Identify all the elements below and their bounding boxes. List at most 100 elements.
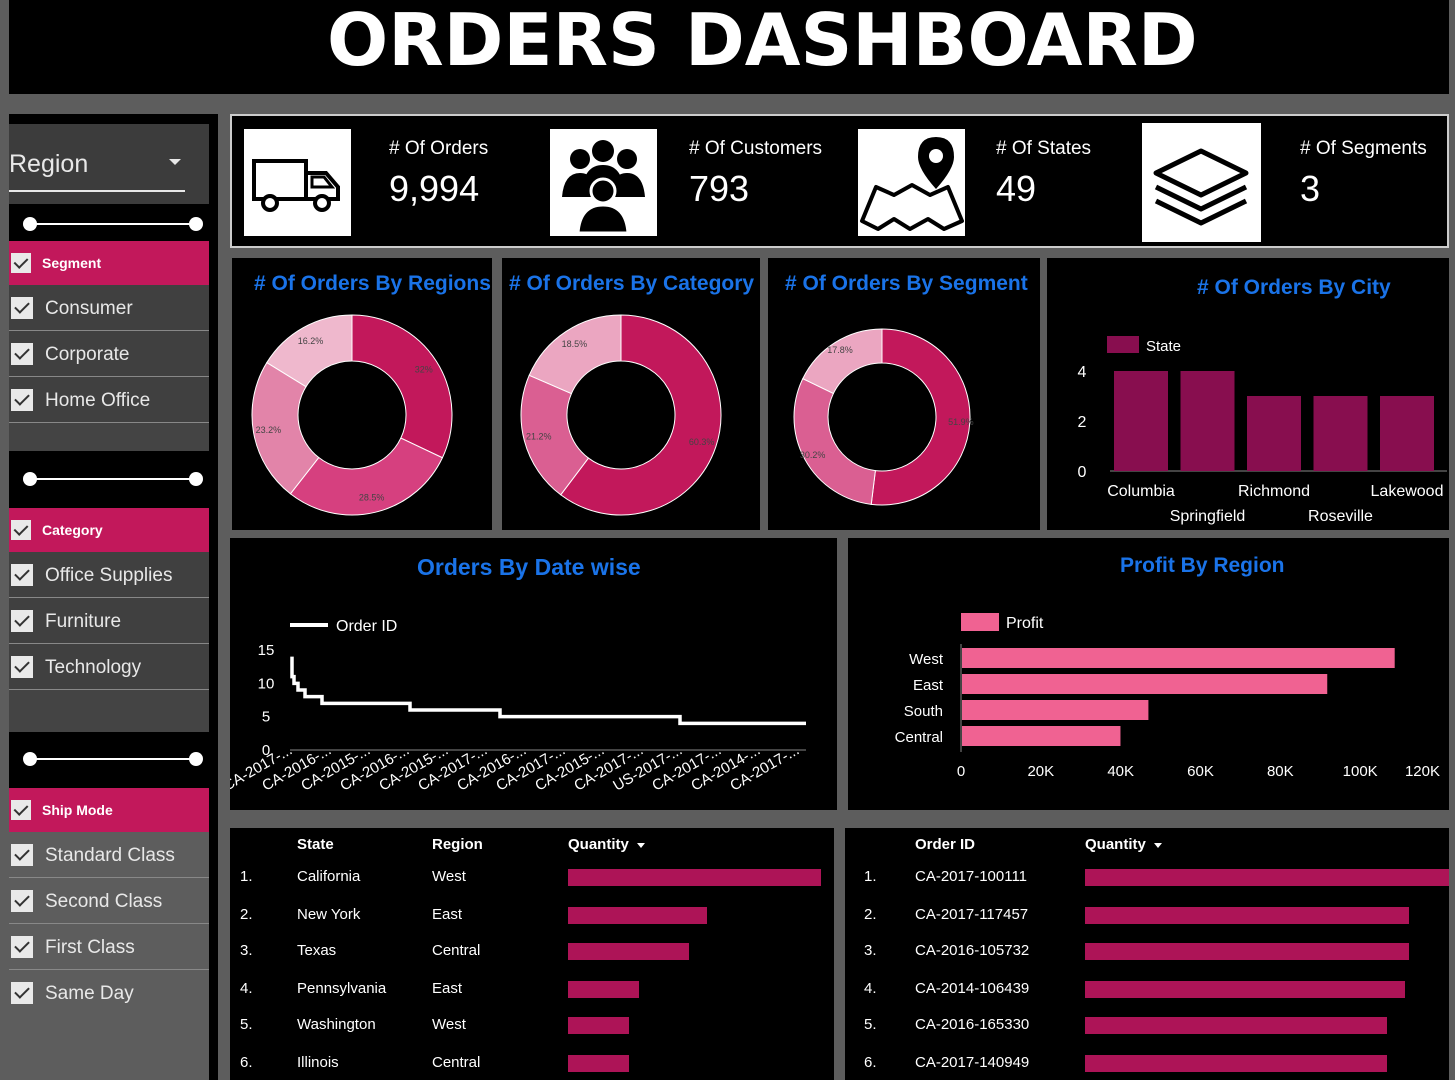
bar[interactable]: [1180, 371, 1235, 471]
state-cell: New York: [297, 906, 361, 923]
y-tick-label: East: [913, 677, 944, 694]
category-option-technology[interactable]: Technology: [9, 644, 209, 690]
row-number: 3.: [864, 942, 877, 959]
x-tick-label: 60K: [1187, 763, 1214, 780]
bar[interactable]: [962, 726, 1121, 746]
row-number: 5.: [240, 1016, 253, 1033]
slice-label: 18.5%: [562, 339, 588, 349]
order-id-cell: CA-2014-106439: [915, 980, 1030, 997]
checkbox-icon[interactable]: [11, 389, 33, 411]
ship-mode-option-second[interactable]: Second Class: [9, 878, 209, 924]
bar[interactable]: [1313, 396, 1368, 471]
column-header-quantity[interactable]: Quantity: [568, 836, 645, 853]
y-tick-label: South: [904, 703, 943, 720]
kpi-customers-value: 793: [689, 168, 750, 209]
bar[interactable]: [962, 700, 1149, 720]
checkbox-icon[interactable]: [11, 610, 33, 632]
sort-desc-icon[interactable]: [636, 842, 645, 848]
segment-range-slider[interactable]: [23, 214, 203, 234]
ship-mode-select-all[interactable]: Ship Mode: [9, 788, 209, 832]
option-label: Same Day: [45, 983, 134, 1004]
checkbox-icon[interactable]: [11, 520, 31, 540]
ship-mode-range-slider[interactable]: [23, 749, 203, 769]
slider-handle-max[interactable]: [189, 752, 203, 766]
slice-label: 21.2%: [526, 432, 552, 442]
segment-select-all[interactable]: Segment: [9, 241, 209, 285]
chevron-down-icon[interactable]: [169, 159, 181, 165]
bar[interactable]: [962, 648, 1395, 668]
row-number: 1.: [240, 868, 253, 885]
quantity-bar: [568, 869, 821, 886]
bar[interactable]: [1114, 371, 1168, 471]
category-filter-title: Category: [42, 522, 103, 538]
checkbox-icon[interactable]: [11, 800, 31, 820]
checkbox-icon[interactable]: [11, 656, 33, 678]
slice-label: 30.2%: [800, 450, 826, 460]
donut-slice[interactable]: [802, 328, 883, 395]
order-id-cell: CA-2017-117457: [915, 906, 1029, 923]
option-label: Consumer: [45, 298, 133, 319]
slider-handle-max[interactable]: [189, 472, 203, 486]
segment-option-corporate[interactable]: Corporate: [9, 331, 209, 377]
checkbox-icon[interactable]: [11, 890, 33, 912]
option-label: Standard Class: [45, 845, 175, 866]
bar[interactable]: [1380, 396, 1434, 471]
slider-handle-min[interactable]: [23, 217, 37, 231]
column-header-region[interactable]: Region: [432, 836, 483, 853]
legend-label: State: [1146, 338, 1181, 355]
bar[interactable]: [962, 674, 1328, 694]
segment-filter: Segment Consumer Corporate Home Office: [9, 241, 209, 451]
order-id-cell: CA-2016-105732: [915, 942, 1030, 959]
column-header-order-id[interactable]: Order ID: [915, 836, 975, 853]
category-select-all[interactable]: Category: [9, 508, 209, 552]
state-cell: California: [297, 868, 361, 885]
column-header-state[interactable]: State: [297, 836, 334, 853]
page-title: ORDERS DASHBOARD: [327, 0, 1198, 82]
slider-handle-min[interactable]: [23, 472, 37, 486]
option-label: Office Supplies: [45, 565, 173, 586]
segment-option-home-office[interactable]: Home Office: [9, 377, 209, 423]
kpi-segments-value: 3: [1300, 168, 1321, 209]
ship-mode-option-first[interactable]: First Class: [9, 924, 209, 970]
donut-slice[interactable]: [793, 377, 876, 505]
checkbox-icon[interactable]: [11, 297, 33, 319]
order-quantity-table: Order ID Quantity 1. CA-2017-100111 2. CA-2…: [845, 828, 1449, 1080]
checkbox-icon[interactable]: [11, 936, 33, 958]
legend-label: Profit: [1006, 615, 1044, 632]
region-dropdown[interactable]: Region: [9, 124, 209, 204]
option-label: Furniture: [45, 611, 122, 632]
donut-slice[interactable]: [351, 314, 453, 459]
checkbox-icon[interactable]: [11, 564, 33, 586]
ship-mode-option-same-day[interactable]: Same Day: [9, 970, 209, 1016]
quantity-bar: [1085, 869, 1449, 886]
state-quantity-table: State Region Quantity 1. California West 2.…: [230, 828, 834, 1080]
checkbox-icon[interactable]: [11, 343, 33, 365]
slider-handle-min[interactable]: [23, 752, 37, 766]
category-option-office-supplies[interactable]: Office Supplies: [9, 552, 209, 598]
donut-slice[interactable]: [289, 437, 444, 516]
checkbox-icon[interactable]: [11, 982, 33, 1004]
checkbox-icon[interactable]: [11, 253, 31, 273]
legend-label: Order ID: [336, 618, 397, 635]
segment-option-consumer[interactable]: Consumer: [9, 285, 209, 331]
sort-desc-icon[interactable]: [1153, 842, 1162, 848]
category-option-furniture[interactable]: Furniture: [9, 598, 209, 644]
donut-slice[interactable]: [528, 314, 622, 395]
checkbox-icon[interactable]: [11, 844, 33, 866]
column-header-quantity[interactable]: Quantity: [1085, 836, 1162, 853]
series-line[interactable]: [290, 656, 806, 726]
slider-handle-max[interactable]: [189, 217, 203, 231]
state-cell: Texas: [297, 942, 337, 959]
region-cell: West: [432, 1016, 466, 1033]
order-id-cell: CA-2017-140949: [915, 1054, 1030, 1071]
category-range-slider[interactable]: [23, 469, 203, 489]
slice-label: 16.2%: [298, 336, 324, 346]
category-donut-panel: # Of Orders By Category 60.3% 21.2% 18.5%: [502, 258, 760, 530]
ship-mode-option-standard[interactable]: Standard Class: [9, 832, 209, 878]
row-number: 2.: [864, 906, 877, 923]
row-number: 5.: [864, 1016, 877, 1033]
kpi-states-label: # Of States: [996, 138, 1092, 159]
ship-mode-filter: Ship Mode Standard Class Second Class Fi…: [9, 788, 209, 1080]
slice-label: 28.5%: [359, 493, 385, 503]
bar[interactable]: [1247, 396, 1301, 471]
